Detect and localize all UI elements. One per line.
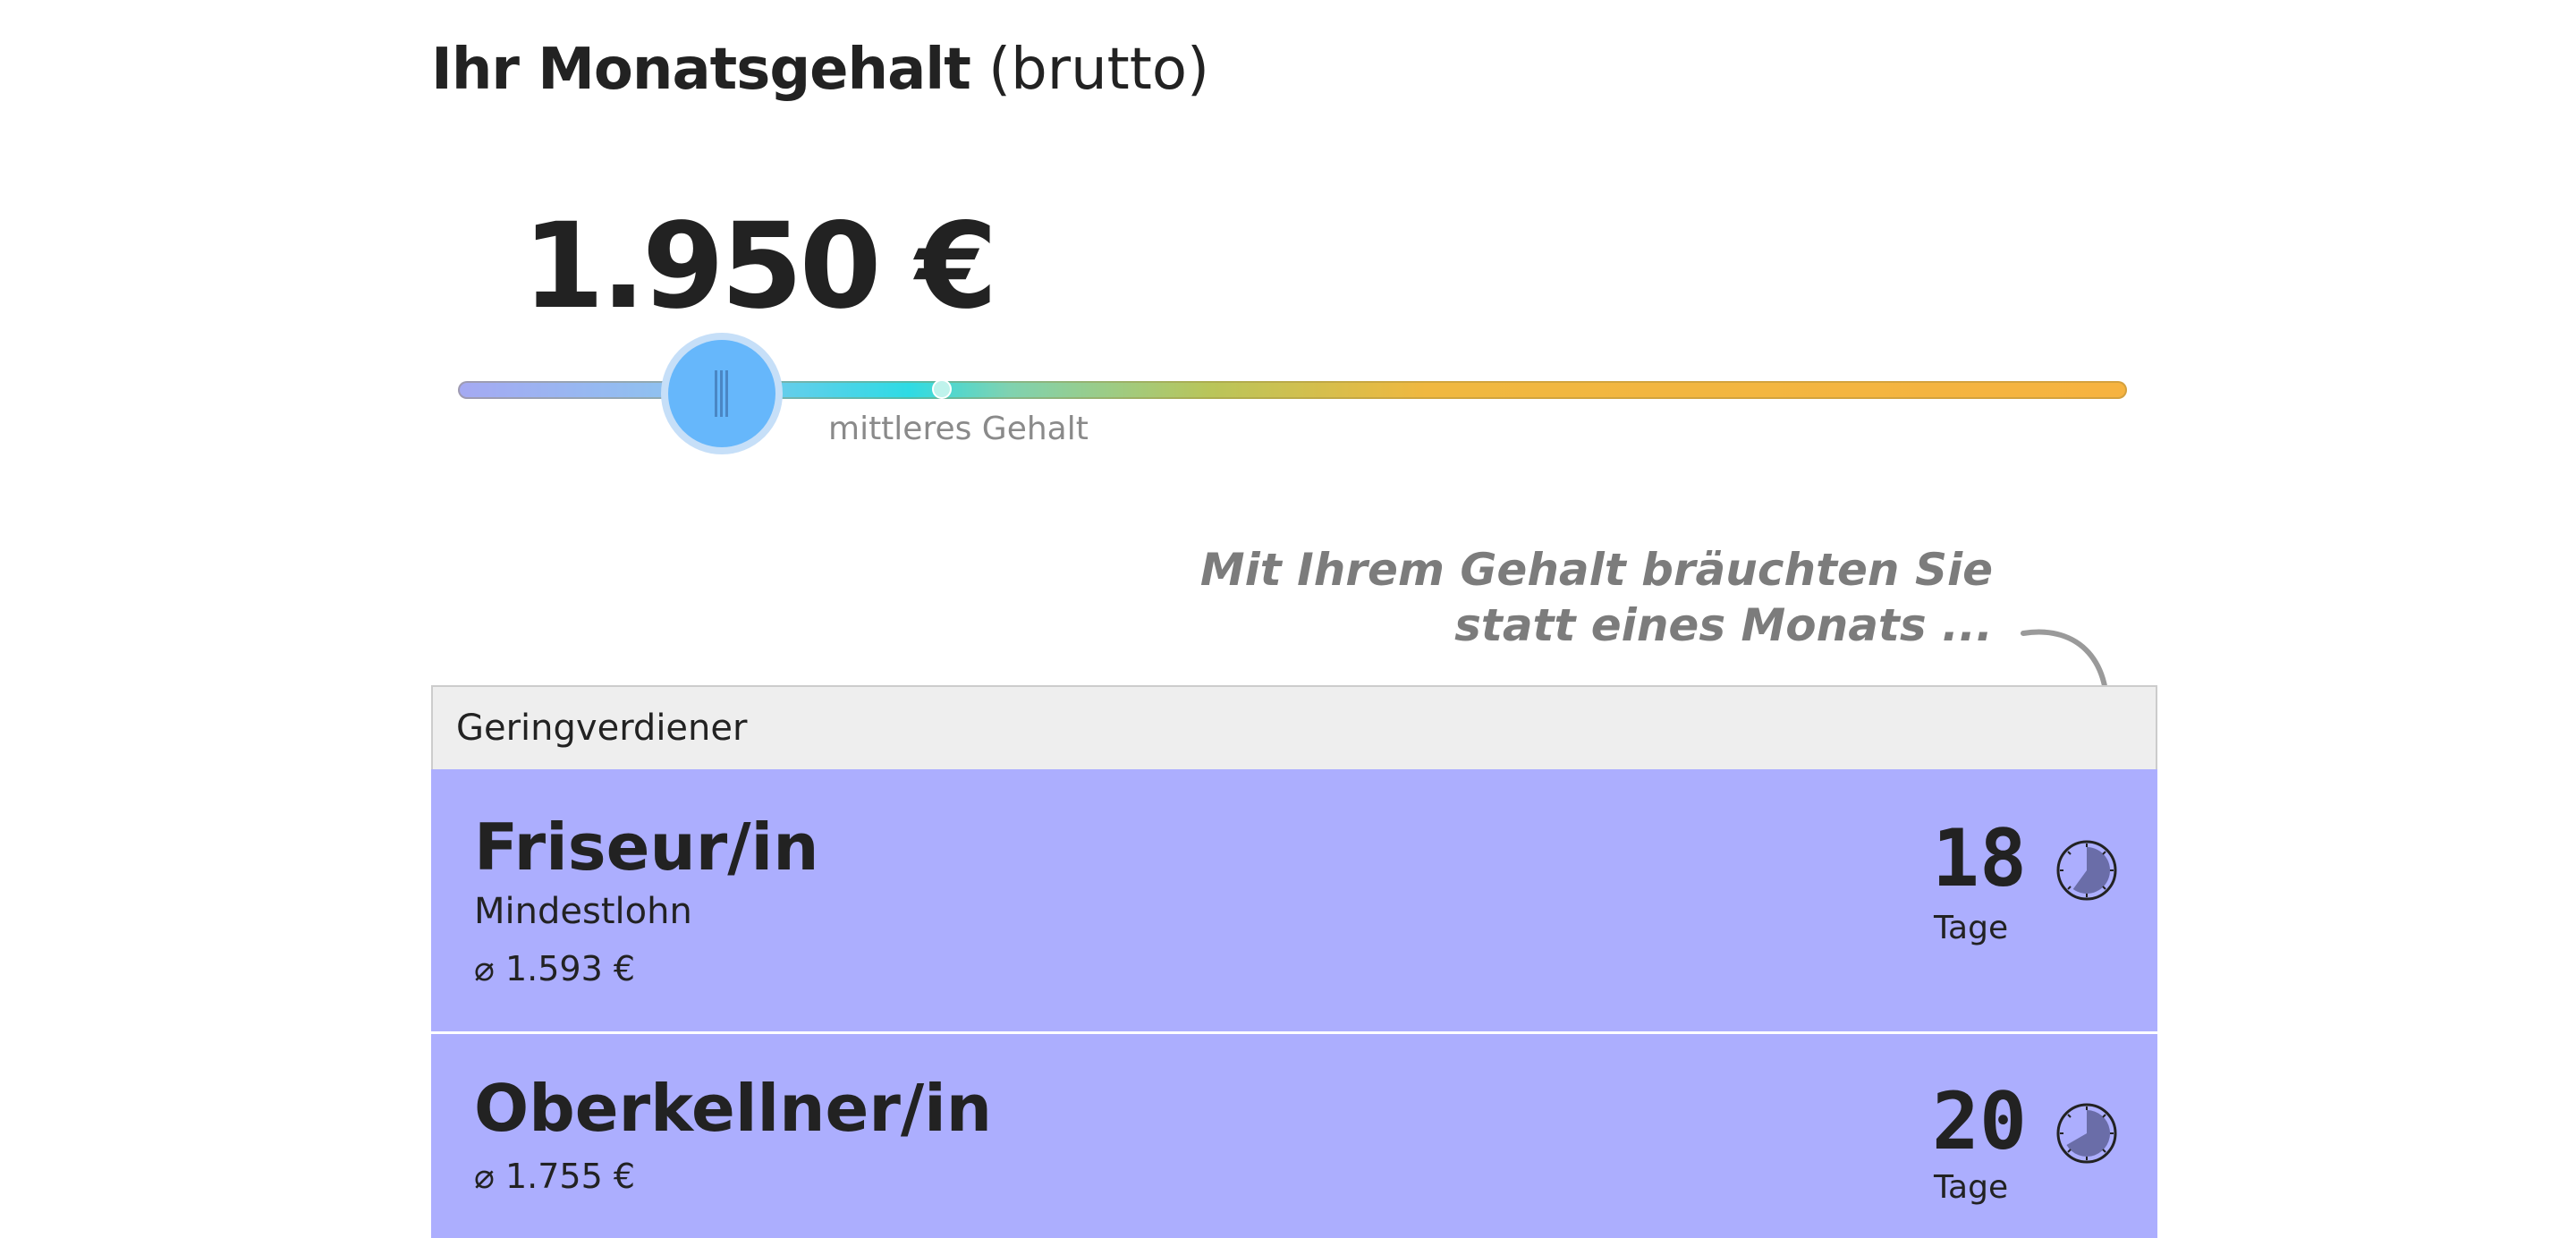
stopwatch-icon (2056, 1103, 2117, 1164)
group-header: Geringverdiener (431, 685, 2157, 769)
grip-line (714, 370, 717, 417)
salary-slider[interactable] (458, 333, 2127, 454)
slider-thumb[interactable] (660, 333, 783, 454)
row-days-unit: Tage (1934, 1169, 2009, 1206)
grip-line (724, 370, 728, 417)
profession-table: Geringverdiener Friseur/in Mindestlohn ⌀… (431, 685, 2157, 1238)
table-row[interactable]: Friseur/in Mindestlohn ⌀ 1.593 € 18 Tage (431, 769, 2157, 1034)
row-average-salary: ⌀ 1.593 € (474, 949, 635, 988)
row-title: Friseur/in (474, 810, 819, 885)
heading-bold: Ihr Monatsgehalt (431, 37, 971, 103)
median-marker (932, 379, 953, 399)
row-days: 18 (1932, 812, 2027, 904)
salary-value: 1.950 € (522, 198, 997, 335)
comparison-note: Mit Ihrem Gehalt bräuchten Sie statt ein… (1200, 542, 1993, 653)
note-line-1: Mit Ihrem Gehalt bräuchten Sie (1199, 544, 1993, 596)
note-line-2: statt eines Monats ... (1454, 599, 1993, 651)
heading-light: (brutto) (988, 37, 1209, 103)
row-average-salary: ⌀ 1.755 € (474, 1157, 635, 1196)
row-days-unit: Tage (1934, 910, 2009, 946)
row-subtitle: Mindestlohn (474, 891, 692, 932)
page-heading: Ihr Monatsgehalt (brutto) (431, 34, 1209, 106)
table-row[interactable]: Oberkellner/in ⌀ 1.755 € 20 Tage (431, 1034, 2157, 1238)
row-days: 20 (1932, 1075, 2027, 1167)
salary-comparison-page: Ihr Monatsgehalt (brutto) 1.950 € mittle… (0, 0, 2576, 1238)
grip-line (719, 370, 723, 417)
stopwatch-icon (2056, 840, 2117, 901)
median-label: mittleres Gehalt (828, 411, 1089, 447)
row-title: Oberkellner/in (474, 1071, 993, 1146)
